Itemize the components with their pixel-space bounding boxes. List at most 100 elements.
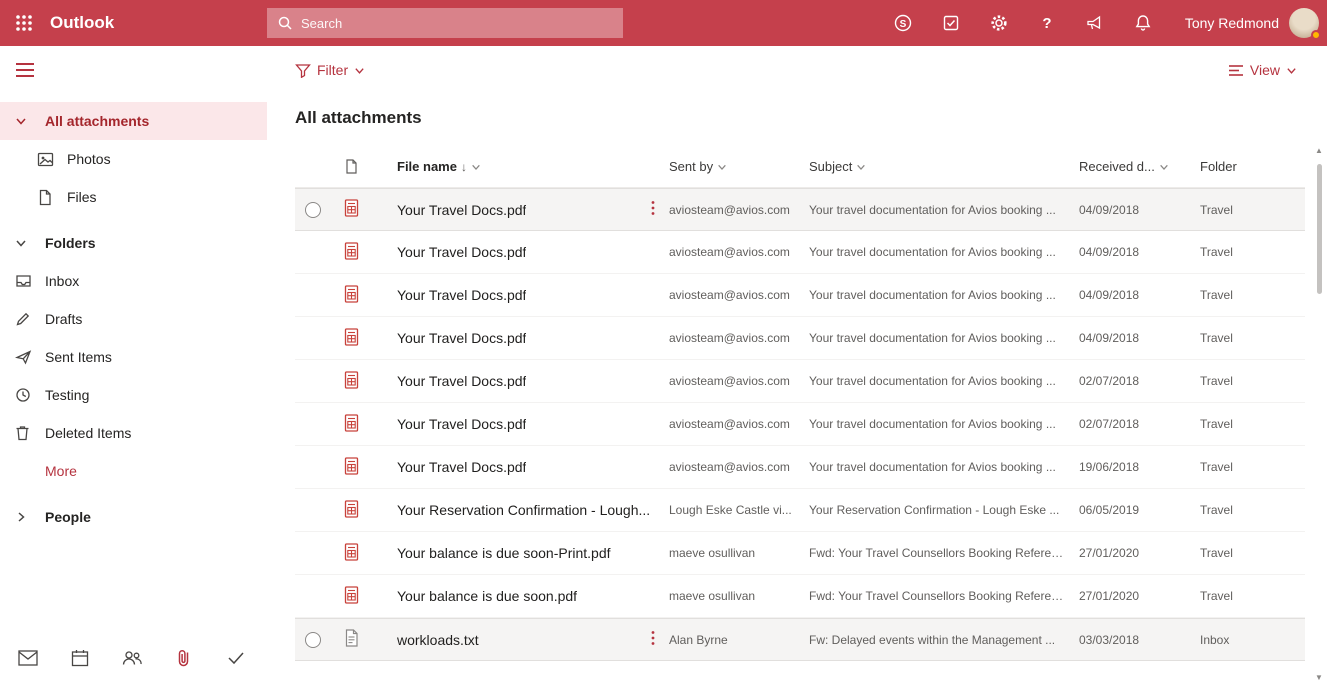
received-date-cell: 04/09/2018 xyxy=(1079,331,1200,345)
sidebar-item-more[interactable]: More xyxy=(0,452,267,490)
file-name-cell[interactable]: workloads.txt xyxy=(371,630,669,649)
table-row[interactable]: Your Travel Docs.pdf aviosteam@avios.com… xyxy=(295,403,1305,446)
chevron-down-icon xyxy=(15,115,45,127)
collapse-sidebar-button[interactable] xyxy=(0,46,267,94)
column-header-received[interactable]: Received d... xyxy=(1079,159,1200,174)
column-label: Subject xyxy=(809,159,852,174)
notifications-button[interactable] xyxy=(1119,0,1167,46)
row-select-cell xyxy=(295,287,331,303)
chevron-down-icon xyxy=(471,162,481,172)
app-launcher-button[interactable] xyxy=(0,0,48,46)
folder-cell: Travel xyxy=(1200,546,1305,560)
table-row[interactable]: Your Travel Docs.pdf aviosteam@avios.com… xyxy=(295,317,1305,360)
row-select-radio[interactable] xyxy=(305,632,321,648)
table-row[interactable]: Your Travel Docs.pdf aviosteam@avios.com… xyxy=(295,360,1305,403)
sidebar-section-people[interactable]: People xyxy=(0,498,267,536)
file-name-cell[interactable]: Your balance is due soon.pdf xyxy=(371,587,669,606)
file-name-cell[interactable]: Your Travel Docs.pdf xyxy=(371,458,669,477)
more-options-icon[interactable] xyxy=(651,630,655,649)
svg-text:?: ? xyxy=(1042,15,1051,32)
file-type-cell xyxy=(331,371,371,392)
sidebar-item-inbox[interactable]: Inbox xyxy=(0,262,267,300)
sidebar-nav: All attachments Photos Files xyxy=(0,94,267,536)
whats-new-button[interactable] xyxy=(1071,0,1119,46)
file-name-cell[interactable]: Your Reservation Confirmation - Lough... xyxy=(371,501,669,520)
file-type-cell xyxy=(331,543,371,564)
sidebar-section-folders[interactable]: Folders xyxy=(0,224,267,262)
scrollbar[interactable]: ▲ ▼ xyxy=(1312,146,1326,684)
attachments-icon[interactable] xyxy=(170,644,198,672)
calendar-icon[interactable] xyxy=(66,644,94,672)
scroll-up-icon[interactable]: ▲ xyxy=(1312,146,1326,155)
file-name: Your balance is due soon-Print.pdf xyxy=(397,545,611,561)
table-row[interactable]: Your Travel Docs.pdf aviosteam@avios.com… xyxy=(295,446,1305,489)
chevron-down-icon xyxy=(354,65,365,76)
sidebar-item-drafts[interactable]: Drafts xyxy=(0,300,267,338)
received-date-cell: 27/01/2020 xyxy=(1079,546,1200,560)
search-input[interactable] xyxy=(301,16,613,31)
search-bar[interactable] xyxy=(267,8,623,38)
table-row[interactable]: Your balance is due soon-Print.pdf maeve… xyxy=(295,532,1305,575)
settings-button[interactable] xyxy=(975,0,1023,46)
search-icon xyxy=(277,15,293,31)
tasks-check-icon[interactable] xyxy=(222,644,250,672)
sidebar-item-testing[interactable]: Testing xyxy=(0,376,267,414)
table-row[interactable]: Your Travel Docs.pdf aviosteam@avios.com… xyxy=(295,231,1305,274)
sidebar-item-photos[interactable]: Photos xyxy=(0,140,267,178)
table-row[interactable]: Your Travel Docs.pdf aviosteam@avios.com… xyxy=(295,188,1305,231)
column-header-subject[interactable]: Subject xyxy=(809,159,1079,174)
file-name-cell[interactable]: Your balance is due soon-Print.pdf xyxy=(371,544,669,563)
table-row[interactable]: Your Reservation Confirmation - Lough...… xyxy=(295,489,1305,532)
file-icon xyxy=(37,189,67,206)
scroll-down-icon[interactable]: ▼ xyxy=(1312,673,1326,682)
hamburger-icon xyxy=(15,62,35,78)
clock-icon xyxy=(15,387,45,403)
sidebar-item-all-attachments[interactable]: All attachments xyxy=(0,102,267,140)
sidebar-item-deleted-items[interactable]: Deleted Items xyxy=(0,414,267,452)
file-name-cell[interactable]: Your Travel Docs.pdf xyxy=(371,200,669,219)
folder-cell: Travel xyxy=(1200,288,1305,302)
column-header-folder[interactable]: Folder xyxy=(1200,159,1305,174)
filter-button[interactable]: Filter xyxy=(295,62,365,78)
file-type-cell xyxy=(331,285,371,306)
file-name-cell[interactable]: Your Travel Docs.pdf xyxy=(371,286,669,305)
file-name: Your Travel Docs.pdf xyxy=(397,330,526,346)
people-icon[interactable] xyxy=(118,644,146,672)
column-header-sent-by[interactable]: Sent by xyxy=(669,159,809,174)
table-row[interactable]: Your balance is due soon.pdf maeve osull… xyxy=(295,575,1305,618)
chevron-down-icon xyxy=(856,162,866,172)
file-name-cell[interactable]: Your Travel Docs.pdf xyxy=(371,243,669,262)
table-row[interactable]: Your Travel Docs.pdf aviosteam@avios.com… xyxy=(295,274,1305,317)
user-avatar[interactable] xyxy=(1289,8,1319,38)
file-type-icon xyxy=(344,242,359,263)
file-name-cell[interactable]: Your Travel Docs.pdf xyxy=(371,372,669,391)
task-check-icon xyxy=(941,13,961,33)
help-button[interactable]: ? xyxy=(1023,0,1071,46)
skype-button[interactable]: S xyxy=(879,0,927,46)
file-name-cell[interactable]: Your Travel Docs.pdf xyxy=(371,329,669,348)
sidebar-item-sent-items[interactable]: Sent Items xyxy=(0,338,267,376)
more-options-icon[interactable] xyxy=(651,200,655,219)
sidebar-item-files[interactable]: Files xyxy=(0,178,267,216)
mail-icon[interactable] xyxy=(14,644,42,672)
row-select-cell xyxy=(295,330,331,346)
file-name: Your Travel Docs.pdf xyxy=(397,416,526,432)
subject-cell: Your travel documentation for Avios book… xyxy=(809,288,1079,302)
column-header-file-name[interactable]: File name ↓ xyxy=(371,159,669,174)
row-select-radio[interactable] xyxy=(305,202,321,218)
received-date-cell: 02/07/2018 xyxy=(1079,374,1200,388)
file-name: Your Travel Docs.pdf xyxy=(397,373,526,389)
table-row[interactable]: workloads.txt Alan Byrne Fw: Delayed eve… xyxy=(295,618,1305,661)
file-type-cell xyxy=(331,500,371,521)
file-name-cell[interactable]: Your Travel Docs.pdf xyxy=(371,415,669,434)
scrollbar-thumb[interactable] xyxy=(1317,164,1322,294)
tasks-button[interactable] xyxy=(927,0,975,46)
row-select-cell xyxy=(295,588,331,604)
header-filetype-icon xyxy=(331,159,371,174)
row-select-cell xyxy=(295,202,331,218)
sidebar-item-label: Inbox xyxy=(45,273,79,289)
subject-cell: Your travel documentation for Avios book… xyxy=(809,203,1079,217)
view-button[interactable]: View xyxy=(1228,62,1297,78)
file-name: Your Travel Docs.pdf xyxy=(397,459,526,475)
file-type-cell xyxy=(331,199,371,220)
